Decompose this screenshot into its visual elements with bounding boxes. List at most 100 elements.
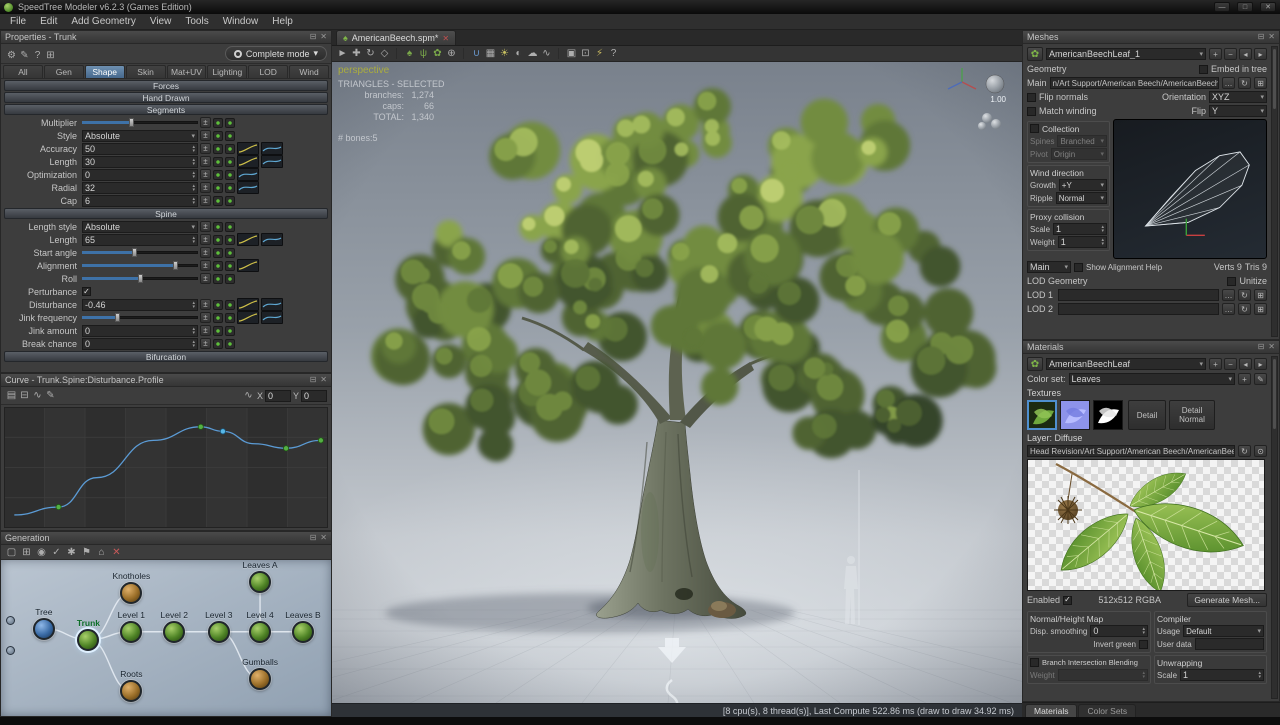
fog-icon[interactable]: ☁: [526, 47, 539, 60]
curve-editor[interactable]: [4, 407, 328, 533]
scale-icon[interactable]: ◇: [378, 47, 391, 60]
menu-add-geometry[interactable]: Add Geometry: [64, 15, 142, 28]
lod2-mesh-field[interactable]: [1058, 303, 1219, 315]
settings-icon[interactable]: ⚙: [5, 49, 18, 62]
delete-node-icon[interactable]: ✕: [110, 546, 123, 559]
section-bifurcation[interactable]: Bifurcation: [4, 351, 328, 362]
enable-node-icon[interactable]: ✓: [50, 546, 63, 559]
dropdown-length-style[interactable]: Absolute▾: [82, 221, 198, 233]
browse-button[interactable]: …: [1222, 77, 1235, 89]
generation-node-graph[interactable]: TreeTrunkKnotholesLevel 1Level 2Level 3L…: [1, 560, 331, 716]
variance-button[interactable]: [213, 222, 223, 232]
translate-icon[interactable]: ✚: [350, 47, 363, 60]
curve-thumbnail[interactable]: [261, 233, 283, 246]
variance-button[interactable]: [213, 157, 223, 167]
meshes-panel-header[interactable]: Meshes ⊟ ✕: [1023, 31, 1279, 44]
plus-minus-button[interactable]: ±: [200, 221, 211, 232]
edit-icon[interactable]: ✎: [18, 49, 31, 62]
spines-dropdown[interactable]: Branched ▾: [1057, 135, 1107, 147]
curve-thumbnail[interactable]: [261, 298, 283, 311]
grid-toggle-icon[interactable]: ▤: [5, 389, 18, 402]
mesh-options-icon[interactable]: ⊞: [1254, 77, 1267, 89]
dropdown-style[interactable]: Absolute▾: [82, 130, 198, 142]
proxy-weight-spinner[interactable]: 1 ▴▾: [1058, 236, 1107, 248]
variance-button[interactable]: [213, 131, 223, 141]
usage-dropdown[interactable]: Default ▾: [1183, 625, 1264, 637]
tab-mat-uv[interactable]: Mat+UV: [167, 65, 207, 78]
section-forces[interactable]: Forces: [4, 80, 328, 91]
properties-panel-header[interactable]: Properties - Trunk ⊟ ✕: [1, 31, 331, 44]
curve-link-button[interactable]: [225, 326, 235, 336]
home-icon[interactable]: ⌂: [95, 546, 108, 559]
curve-thumbnail[interactable]: [237, 142, 259, 155]
curve-link-button[interactable]: [225, 131, 235, 141]
complete-mode-dropdown[interactable]: Complete mode ▾: [225, 46, 327, 61]
next-mesh-button[interactable]: ▸: [1254, 48, 1267, 60]
slider-alignment[interactable]: [82, 261, 198, 270]
plus-minus-button[interactable]: ±: [200, 312, 211, 323]
variance-button[interactable]: [213, 144, 223, 154]
plus-minus-button[interactable]: ±: [200, 325, 211, 336]
variance-button[interactable]: [213, 261, 223, 271]
variance-button[interactable]: [213, 300, 223, 310]
node-gumballs[interactable]: [249, 668, 271, 690]
curve-link-button[interactable]: [225, 235, 235, 245]
reload-texture-icon[interactable]: ↻: [1238, 445, 1251, 457]
main-mesh-path-field[interactable]: n/Art Support/American Beech/AmericanBee…: [1050, 77, 1219, 89]
detail-normal-button[interactable]: Detail Normal: [1169, 400, 1215, 430]
mesh-selector-dropdown[interactable]: AmericanBeechLeaf_1 ▾: [1046, 48, 1206, 60]
flip-normals-checkbox[interactable]: [1027, 93, 1036, 102]
slider-multiplier[interactable]: [82, 118, 198, 127]
float-panel-icon[interactable]: ⊟: [310, 376, 317, 384]
variance-button[interactable]: [213, 196, 223, 206]
node-leaves-a[interactable]: [249, 571, 271, 593]
node-trunk[interactable]: [77, 629, 99, 651]
curve-link-button[interactable]: [225, 196, 235, 206]
texture-path-field[interactable]: Head Revision/Art Support/American Beech…: [1027, 445, 1235, 457]
lod1-mesh-field[interactable]: [1058, 289, 1219, 301]
tab-all[interactable]: All: [3, 65, 43, 78]
curve-link-button[interactable]: [225, 274, 235, 284]
next-material-button[interactable]: ▸: [1254, 358, 1267, 370]
node-level-3[interactable]: [208, 621, 230, 643]
x-input[interactable]: [265, 390, 291, 402]
spinner-cap[interactable]: 6▴▾: [82, 195, 198, 207]
variance-button[interactable]: [213, 235, 223, 245]
bib-weight-spinner[interactable]: ▴▾: [1058, 669, 1148, 681]
curve-link-button[interactable]: [225, 170, 235, 180]
plus-minus-button[interactable]: ±: [200, 156, 211, 167]
remove-material-button[interactable]: −: [1224, 358, 1237, 370]
curve-panel-header[interactable]: Curve - Trunk.Spine:Disturbance.Profile …: [1, 374, 331, 387]
collection-checkbox[interactable]: [1030, 124, 1039, 133]
diffuse-texture-thumbnail[interactable]: [1027, 400, 1057, 430]
help-icon[interactable]: ?: [607, 47, 620, 60]
curve-link-button[interactable]: [225, 144, 235, 154]
add-color-set-button[interactable]: +: [1238, 373, 1251, 385]
tab-lod[interactable]: LOD: [248, 65, 288, 78]
tab-wind[interactable]: Wind: [289, 65, 329, 78]
edit-color-set-icon[interactable]: ✎: [1254, 373, 1267, 385]
plus-minus-button[interactable]: ±: [200, 273, 211, 284]
variance-button[interactable]: [213, 183, 223, 193]
branch-intersection-blending-checkbox[interactable]: [1030, 658, 1039, 667]
reload-mesh-icon[interactable]: ↻: [1238, 77, 1251, 89]
proxy-scale-spinner[interactable]: 1 ▴▾: [1053, 223, 1107, 235]
snap-icon[interactable]: ⊟: [18, 389, 31, 402]
close-tab-icon[interactable]: ✕: [442, 34, 449, 43]
curve-link-button[interactable]: [225, 118, 235, 128]
mesh-preview[interactable]: [1113, 119, 1267, 259]
materials-panel-header[interactable]: Materials ⊟ ✕: [1023, 341, 1279, 354]
variance-button[interactable]: [213, 339, 223, 349]
flag-icon[interactable]: ⚑: [80, 546, 93, 559]
plus-minus-button[interactable]: ±: [200, 299, 211, 310]
enabled-checkbox[interactable]: ✓: [1063, 596, 1072, 605]
plus-minus-button[interactable]: ±: [200, 130, 211, 141]
generation-panel-header[interactable]: Generation ⊟ ✕: [1, 532, 331, 545]
y-input[interactable]: [301, 390, 327, 402]
magnet-icon[interactable]: ∪: [470, 47, 483, 60]
plus-minus-button[interactable]: ±: [200, 338, 211, 349]
meshes-scrollbar[interactable]: [1271, 46, 1278, 337]
preview-mode-dropdown[interactable]: Main ▾: [1027, 261, 1071, 273]
float-panel-icon[interactable]: ⊟: [1258, 33, 1265, 41]
smooth-curve-icon[interactable]: ∿: [31, 389, 44, 402]
